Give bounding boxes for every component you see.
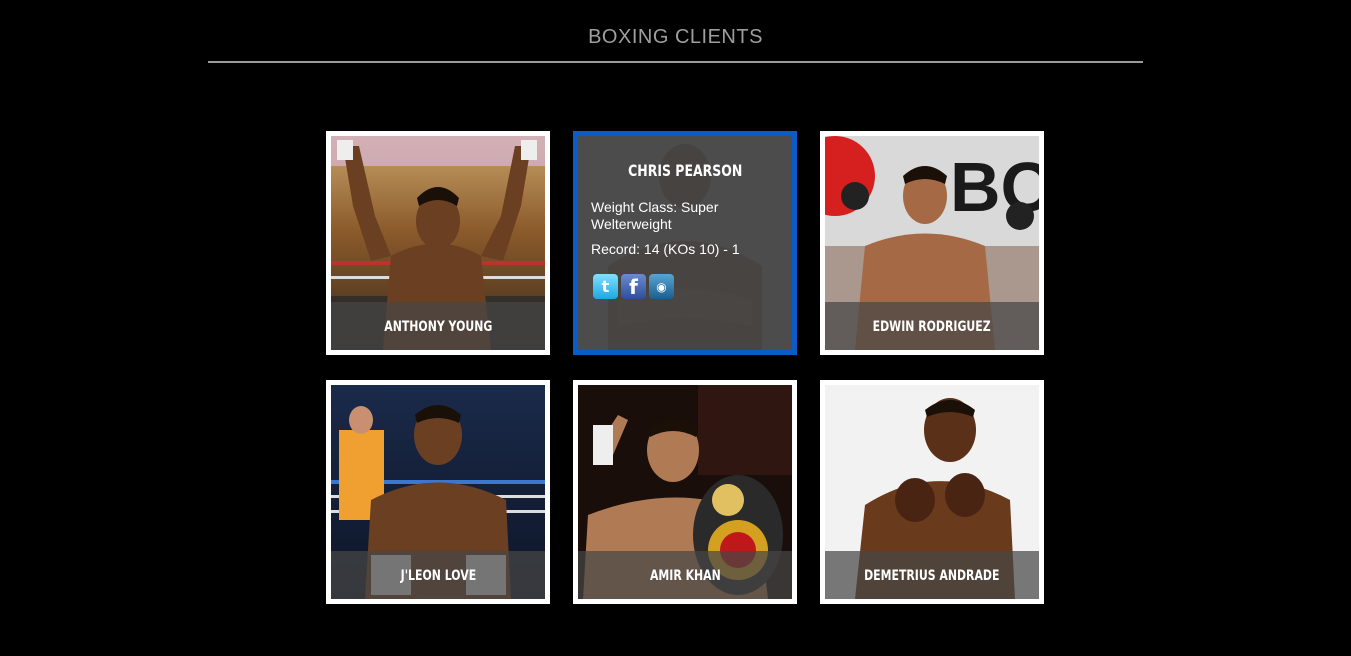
client-name: J'LEON LOVE [331, 551, 545, 599]
client-name: ANTHONY YOUNG [331, 302, 545, 350]
client-name: AMIR KHAN [578, 551, 792, 599]
client-card-chris-pearson[interactable]: CHRIS PEARSON Weight Class: Super Welter… [573, 131, 797, 355]
client-card-amir-khan[interactable]: AMIR KHAN [573, 380, 797, 604]
page-title: BOXING CLIENTS [588, 26, 763, 48]
facebook-icon[interactable]: f [621, 274, 646, 299]
twitter-icon[interactable]: t [593, 274, 618, 299]
page-header: BOXING CLIENTS [208, 0, 1143, 63]
client-name: CHRIS PEARSON [627, 161, 743, 180]
social-links: t f ◉ [593, 274, 674, 299]
client-name: EDWIN RODRIGUEZ [825, 302, 1039, 350]
client-card-anthony-young[interactable]: ANTHONY YOUNG [326, 131, 550, 355]
client-card-demetrius-andrade[interactable]: DEMETRIUS ANDRADE [820, 380, 1044, 604]
instagram-icon[interactable]: ◉ [649, 274, 674, 299]
client-weight-class: Weight Class: Super Welterweight [591, 199, 719, 232]
client-card-edwin-rodriguez[interactable]: BO EDWIN RODRIGUEZ [820, 131, 1044, 355]
client-card-jleon-love[interactable]: J'LEON LOVE [326, 380, 550, 604]
client-record: Record: 14 (KOs 10) - 1 [591, 241, 740, 257]
client-name: DEMETRIUS ANDRADE [825, 551, 1039, 599]
client-info-overlay: CHRIS PEARSON Weight Class: Super Welter… [578, 136, 792, 350]
